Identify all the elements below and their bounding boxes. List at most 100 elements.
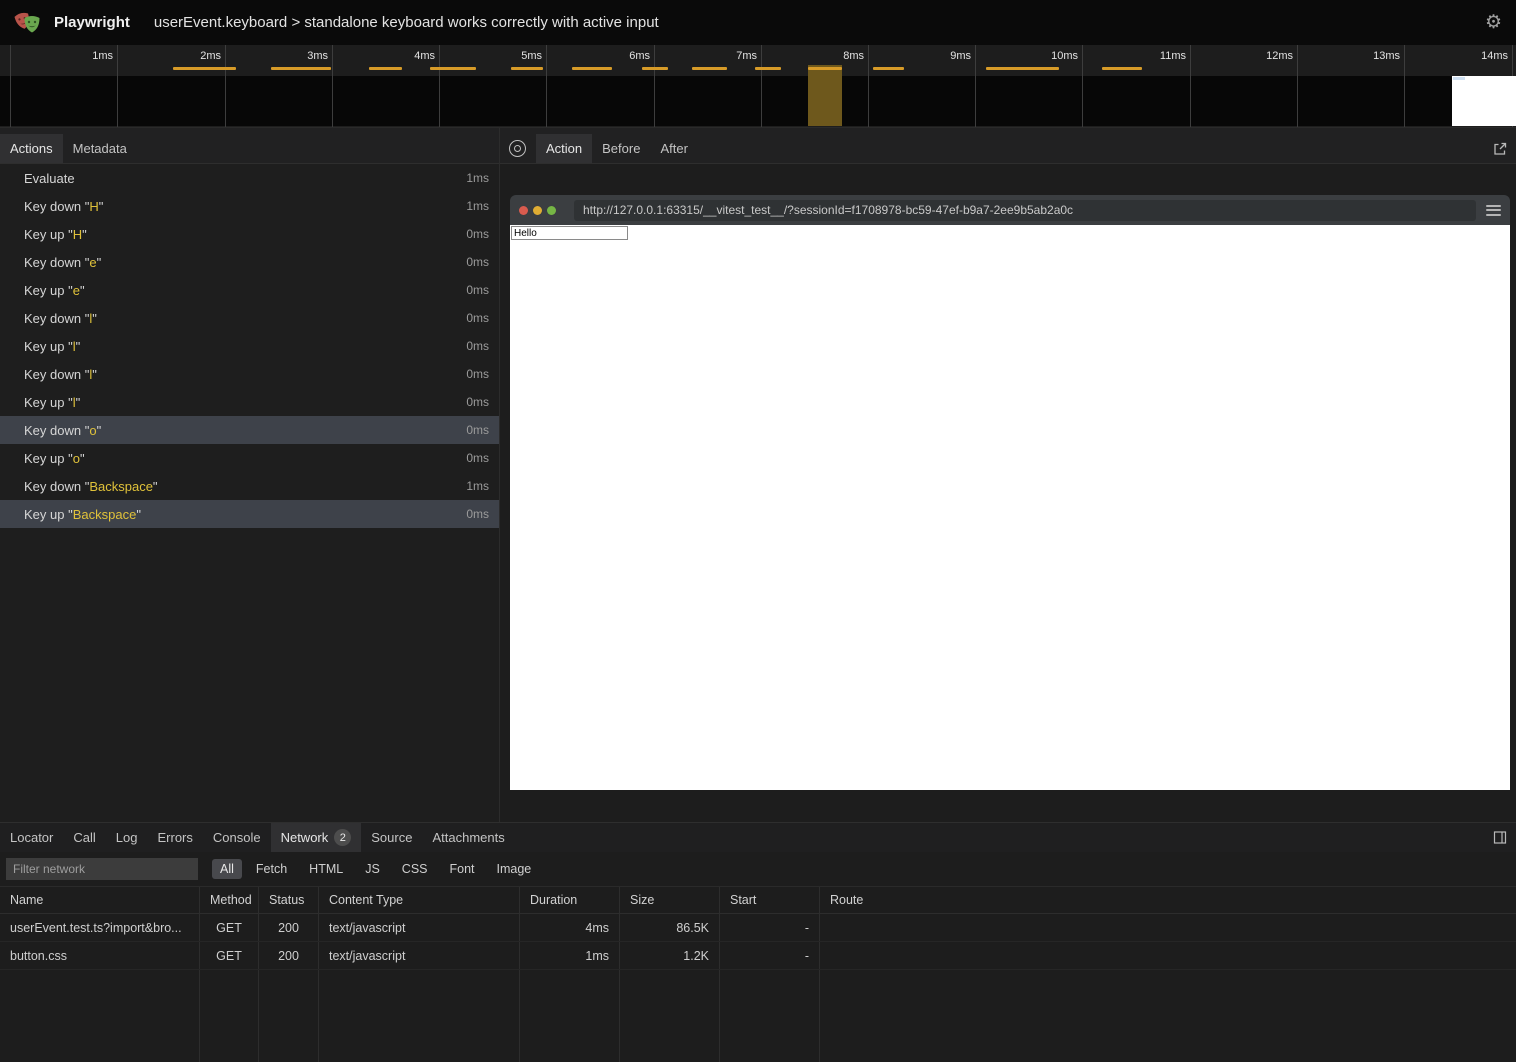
action-key: H bbox=[89, 199, 98, 214]
action-duration: 0ms bbox=[466, 255, 489, 269]
network-column-header[interactable]: Status bbox=[259, 887, 319, 913]
timeline-action-marker bbox=[692, 67, 727, 70]
timeline-tick-label: 3ms bbox=[270, 50, 328, 62]
traffic-light-green bbox=[547, 206, 556, 215]
snapshot-tabs-slot: Action Before After bbox=[536, 127, 698, 163]
toggle-layout-columns-icon[interactable] bbox=[1492, 830, 1508, 845]
tab-actions[interactable]: Actions bbox=[0, 134, 63, 163]
action-row[interactable]: Key up "e"0ms bbox=[0, 276, 499, 304]
timeline-gridline bbox=[761, 45, 762, 127]
filter-chip-all[interactable]: All bbox=[212, 859, 242, 879]
tab-errors[interactable]: Errors bbox=[147, 823, 202, 852]
action-row[interactable]: Key up "H"0ms bbox=[0, 220, 499, 248]
network-request-row[interactable]: button.cssGET200text/javascript1ms1.2K- bbox=[0, 942, 1516, 970]
network-cell: - bbox=[720, 914, 820, 941]
tab-attachments[interactable]: Attachments bbox=[422, 823, 514, 852]
tab-label: Action bbox=[546, 141, 582, 156]
settings-gear-icon[interactable]: ⚙ bbox=[1485, 13, 1502, 32]
timeline-gridline bbox=[1190, 45, 1191, 127]
page-text-input[interactable] bbox=[511, 226, 628, 240]
timeline-action-marker bbox=[755, 67, 781, 70]
timeline-selected-range bbox=[808, 65, 842, 126]
action-title: Key down bbox=[24, 367, 85, 382]
tab-metadata[interactable]: Metadata bbox=[63, 134, 137, 163]
network-filter-row: All Fetch HTML JS CSS Font Image bbox=[0, 852, 1516, 886]
network-cell: GET bbox=[200, 914, 259, 941]
tab-log[interactable]: Log bbox=[106, 823, 148, 852]
app-title: Playwright bbox=[54, 14, 130, 31]
tab-source[interactable]: Source bbox=[361, 823, 422, 852]
action-key-quote: " bbox=[80, 283, 85, 298]
film-strip[interactable] bbox=[0, 76, 1516, 126]
timeline-action-marker bbox=[173, 67, 236, 70]
network-request-row[interactable]: userEvent.test.ts?import&bro...GET200tex… bbox=[0, 914, 1516, 942]
action-row[interactable]: Key up "l"0ms bbox=[0, 332, 499, 360]
network-cell: 4ms bbox=[520, 914, 620, 941]
action-duration: 0ms bbox=[466, 339, 489, 353]
action-row[interactable]: Key up "Backspace"0ms bbox=[0, 500, 499, 528]
network-cell bbox=[720, 970, 820, 1062]
network-cell: button.css bbox=[0, 942, 200, 969]
tab-label: Console bbox=[213, 830, 261, 845]
filter-chip-font[interactable]: Font bbox=[442, 859, 483, 879]
action-row[interactable]: Key up "l"0ms bbox=[0, 388, 499, 416]
traffic-light-yellow bbox=[533, 206, 542, 215]
action-key-quote: " bbox=[97, 255, 102, 270]
bottom-tabstrip: Locator CallLogErrors Console Network2 Sourc… bbox=[0, 823, 1516, 852]
film-strip-screenshot[interactable] bbox=[1452, 76, 1516, 126]
timeline-gridline bbox=[1082, 45, 1083, 127]
network-cell: - bbox=[720, 942, 820, 969]
timeline-gridline bbox=[225, 45, 226, 127]
tab-console[interactable]: Console bbox=[203, 823, 271, 852]
pick-locator-icon[interactable] bbox=[509, 140, 526, 157]
action-row[interactable]: Evaluate1ms bbox=[0, 164, 499, 192]
network-column-header[interactable]: Method bbox=[200, 887, 259, 913]
action-title: Key up bbox=[24, 227, 68, 242]
action-row[interactable]: Key down "Backspace"1ms bbox=[0, 472, 499, 500]
action-row[interactable]: Key down "l"0ms bbox=[0, 360, 499, 388]
tab-call[interactable]: Call bbox=[63, 823, 105, 852]
timeline-gridline bbox=[654, 45, 655, 127]
network-column-header[interactable]: Size bbox=[620, 887, 720, 913]
network-column-header[interactable]: Start bbox=[720, 887, 820, 913]
filter-chip-fetch[interactable]: Fetch bbox=[248, 859, 295, 879]
network-cell bbox=[820, 970, 1516, 1062]
network-cell bbox=[259, 970, 319, 1062]
tab-before[interactable]: Before bbox=[592, 134, 650, 163]
action-title: Key down bbox=[24, 423, 85, 438]
action-duration: 0ms bbox=[466, 283, 489, 297]
tab-label: Source bbox=[371, 830, 412, 845]
network-column-header[interactable]: Duration bbox=[520, 887, 620, 913]
filter-chip-css[interactable]: CSS bbox=[394, 859, 436, 879]
traffic-light-red bbox=[519, 206, 528, 215]
action-row[interactable]: Key down "o"0ms bbox=[0, 416, 499, 444]
filter-chip-image[interactable]: Image bbox=[489, 859, 540, 879]
snapshot-area: http://127.0.0.1:63315/__vitest_test__/?… bbox=[500, 164, 1516, 822]
action-row[interactable]: Key down "H"1ms bbox=[0, 192, 499, 220]
network-column-header[interactable]: Content Type bbox=[319, 887, 520, 913]
tab-locator[interactable]: Locator bbox=[0, 823, 63, 852]
network-column-header[interactable]: Route bbox=[820, 887, 1516, 913]
network-cell bbox=[0, 970, 200, 1062]
timeline[interactable]: 1ms2ms3ms4ms5ms6ms7ms8ms9ms10ms11ms12ms1… bbox=[0, 45, 1516, 128]
action-row[interactable]: Key up "o"0ms bbox=[0, 444, 499, 472]
tab-action[interactable]: Action bbox=[536, 134, 592, 163]
action-key: e bbox=[73, 283, 80, 298]
action-title: Key down bbox=[24, 199, 85, 214]
network-column-header[interactable]: Name bbox=[0, 887, 200, 913]
action-row[interactable]: Key down "l"0ms bbox=[0, 304, 499, 332]
action-key-quote: " bbox=[76, 395, 81, 410]
open-snapshot-external-icon[interactable] bbox=[1492, 141, 1508, 157]
tab-network[interactable]: Network2 bbox=[271, 823, 362, 852]
pick-locator-icon-inner bbox=[514, 145, 521, 152]
tab-label: Locator bbox=[10, 830, 53, 845]
filter-chip-html[interactable]: HTML bbox=[301, 859, 351, 879]
filter-chip-js[interactable]: JS bbox=[357, 859, 388, 879]
tab-label: After bbox=[660, 141, 687, 156]
action-title: Key up bbox=[24, 395, 68, 410]
tab-label: Before bbox=[602, 141, 640, 156]
action-key: H bbox=[73, 227, 82, 242]
tab-after[interactable]: After bbox=[650, 134, 697, 163]
action-row[interactable]: Key down "e"0ms bbox=[0, 248, 499, 276]
network-filter-input[interactable] bbox=[6, 858, 198, 880]
